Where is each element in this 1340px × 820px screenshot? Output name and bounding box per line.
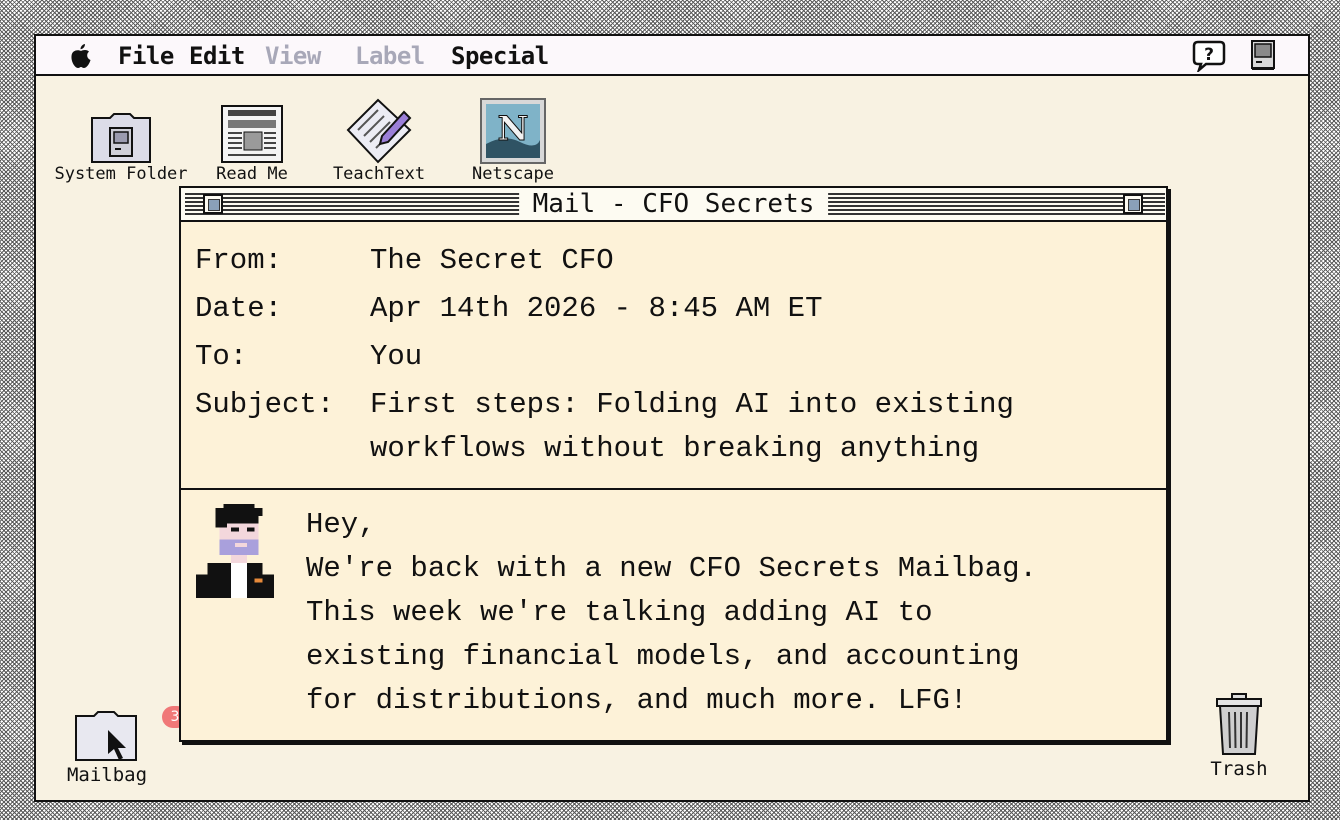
date-label: Date: (195, 292, 283, 325)
mac-finder-icon[interactable] (1250, 40, 1276, 74)
system-folder-label: System Folder (54, 164, 188, 184)
help-balloon-icon[interactable]: ? (1192, 40, 1226, 76)
close-box[interactable] (203, 194, 223, 214)
from-value: The Secret CFO (370, 244, 614, 277)
menu-view[interactable]: View (265, 42, 321, 70)
date-value: Apr 14th 2026 - 8:45 AM ET (370, 292, 823, 325)
body-line-3: This week we're talking adding AI to (306, 596, 933, 629)
desktop-icon-system-folder[interactable]: System Folder (54, 110, 188, 184)
svg-text:N: N (497, 109, 528, 149)
menu-special[interactable]: Special (451, 42, 549, 70)
cfo-avatar-icon (195, 504, 275, 602)
window-title: Mail - CFO Secrets (518, 189, 829, 219)
system-folder-icon (91, 113, 151, 163)
to-label: To: (195, 340, 248, 373)
desktop-icon-trash[interactable]: Trash (1210, 692, 1268, 780)
mail-body: Hey, We're back with a new CFO Secrets M… (181, 490, 1166, 740)
to-value: You (370, 340, 423, 373)
subject-line-2: workflows without breaking anything (370, 432, 980, 465)
teachtext-icon (346, 98, 412, 164)
mail-header: From: The Secret CFO Date: Apr 14th 2026… (181, 222, 1166, 490)
trash-icon (1216, 693, 1262, 755)
desktop-screen: File Edit View Label Special ? System Fo… (34, 34, 1310, 802)
desktop-icon-teachtext[interactable]: TeachText (333, 98, 425, 184)
read-me-label: Read Me (216, 164, 288, 184)
body-line-5: for distributions, and much more. LFG! (306, 684, 968, 717)
mail-window: Mail - CFO Secrets From: The Secret CFO … (179, 186, 1168, 742)
mailbag-label: Mailbag (66, 764, 148, 786)
menu-edit[interactable]: Edit (189, 42, 245, 70)
desktop-icon-netscape[interactable]: N Netscape (472, 98, 554, 184)
apple-icon[interactable] (70, 43, 92, 73)
subject-line-1: First steps: Folding AI into existing (370, 388, 1014, 421)
desktop-icon-read-me[interactable]: Read Me (216, 104, 288, 184)
body-line-4: existing financial models, and accountin… (306, 640, 1020, 673)
from-label: From: (195, 244, 283, 277)
body-line-2: We're back with a new CFO Secrets Mailba… (306, 552, 1037, 585)
menu-file[interactable]: File (118, 42, 174, 70)
menu-label[interactable]: Label (355, 42, 425, 70)
subject-label: Subject: (195, 388, 335, 421)
body-line-1: Hey, (306, 508, 376, 541)
desktop-icon-mailbag[interactable]: 3 Mailbag (67, 706, 188, 786)
window-title-bar[interactable]: Mail - CFO Secrets (181, 188, 1166, 222)
newspaper-icon (221, 105, 283, 163)
menu-bar: File Edit View Label Special ? (36, 36, 1308, 76)
netscape-icon: N (480, 98, 546, 164)
netscape-label: Netscape (472, 164, 554, 184)
zoom-box[interactable] (1123, 194, 1143, 214)
svg-text:?: ? (1204, 45, 1214, 65)
mailbag-folder-icon (75, 711, 137, 761)
teachtext-label: TeachText (332, 164, 426, 184)
trash-label: Trash (1210, 758, 1268, 780)
